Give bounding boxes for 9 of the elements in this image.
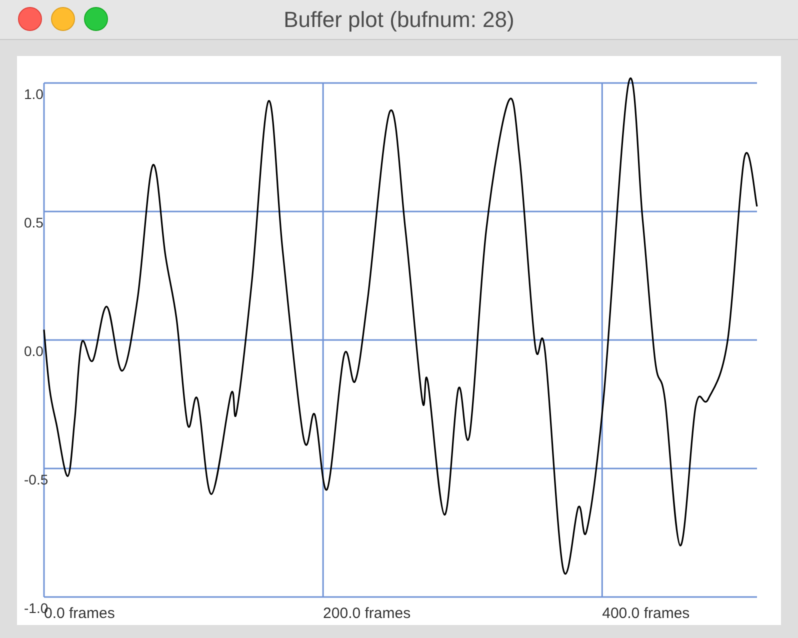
x-tick-label: 400.0 frames (602, 605, 690, 622)
minimize-button[interactable] (51, 7, 75, 31)
y-tick-label: 0.5 (24, 214, 44, 230)
y-tick-label: 1.0 (24, 86, 44, 102)
zoom-button[interactable] (84, 7, 108, 31)
close-button[interactable] (18, 7, 42, 31)
window-title: Buffer plot (bufnum: 28) (284, 6, 514, 34)
x-tick-label: 200.0 frames (323, 605, 411, 622)
y-tick-label: 0.0 (24, 343, 44, 359)
